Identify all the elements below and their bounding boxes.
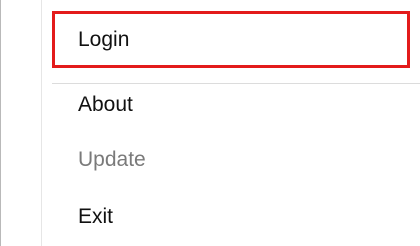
menu-icon-gutter-separator [41,0,42,246]
menu-item-update[interactable]: Update [78,148,146,172]
menu-item-exit[interactable]: Exit [78,205,113,229]
menu-item-login[interactable]: Login [78,28,129,52]
menu-item-about[interactable]: About [78,93,133,117]
context-menu: Login About Update Exit [0,0,420,246]
menu-left-border [0,0,1,246]
menu-divider [52,83,420,84]
